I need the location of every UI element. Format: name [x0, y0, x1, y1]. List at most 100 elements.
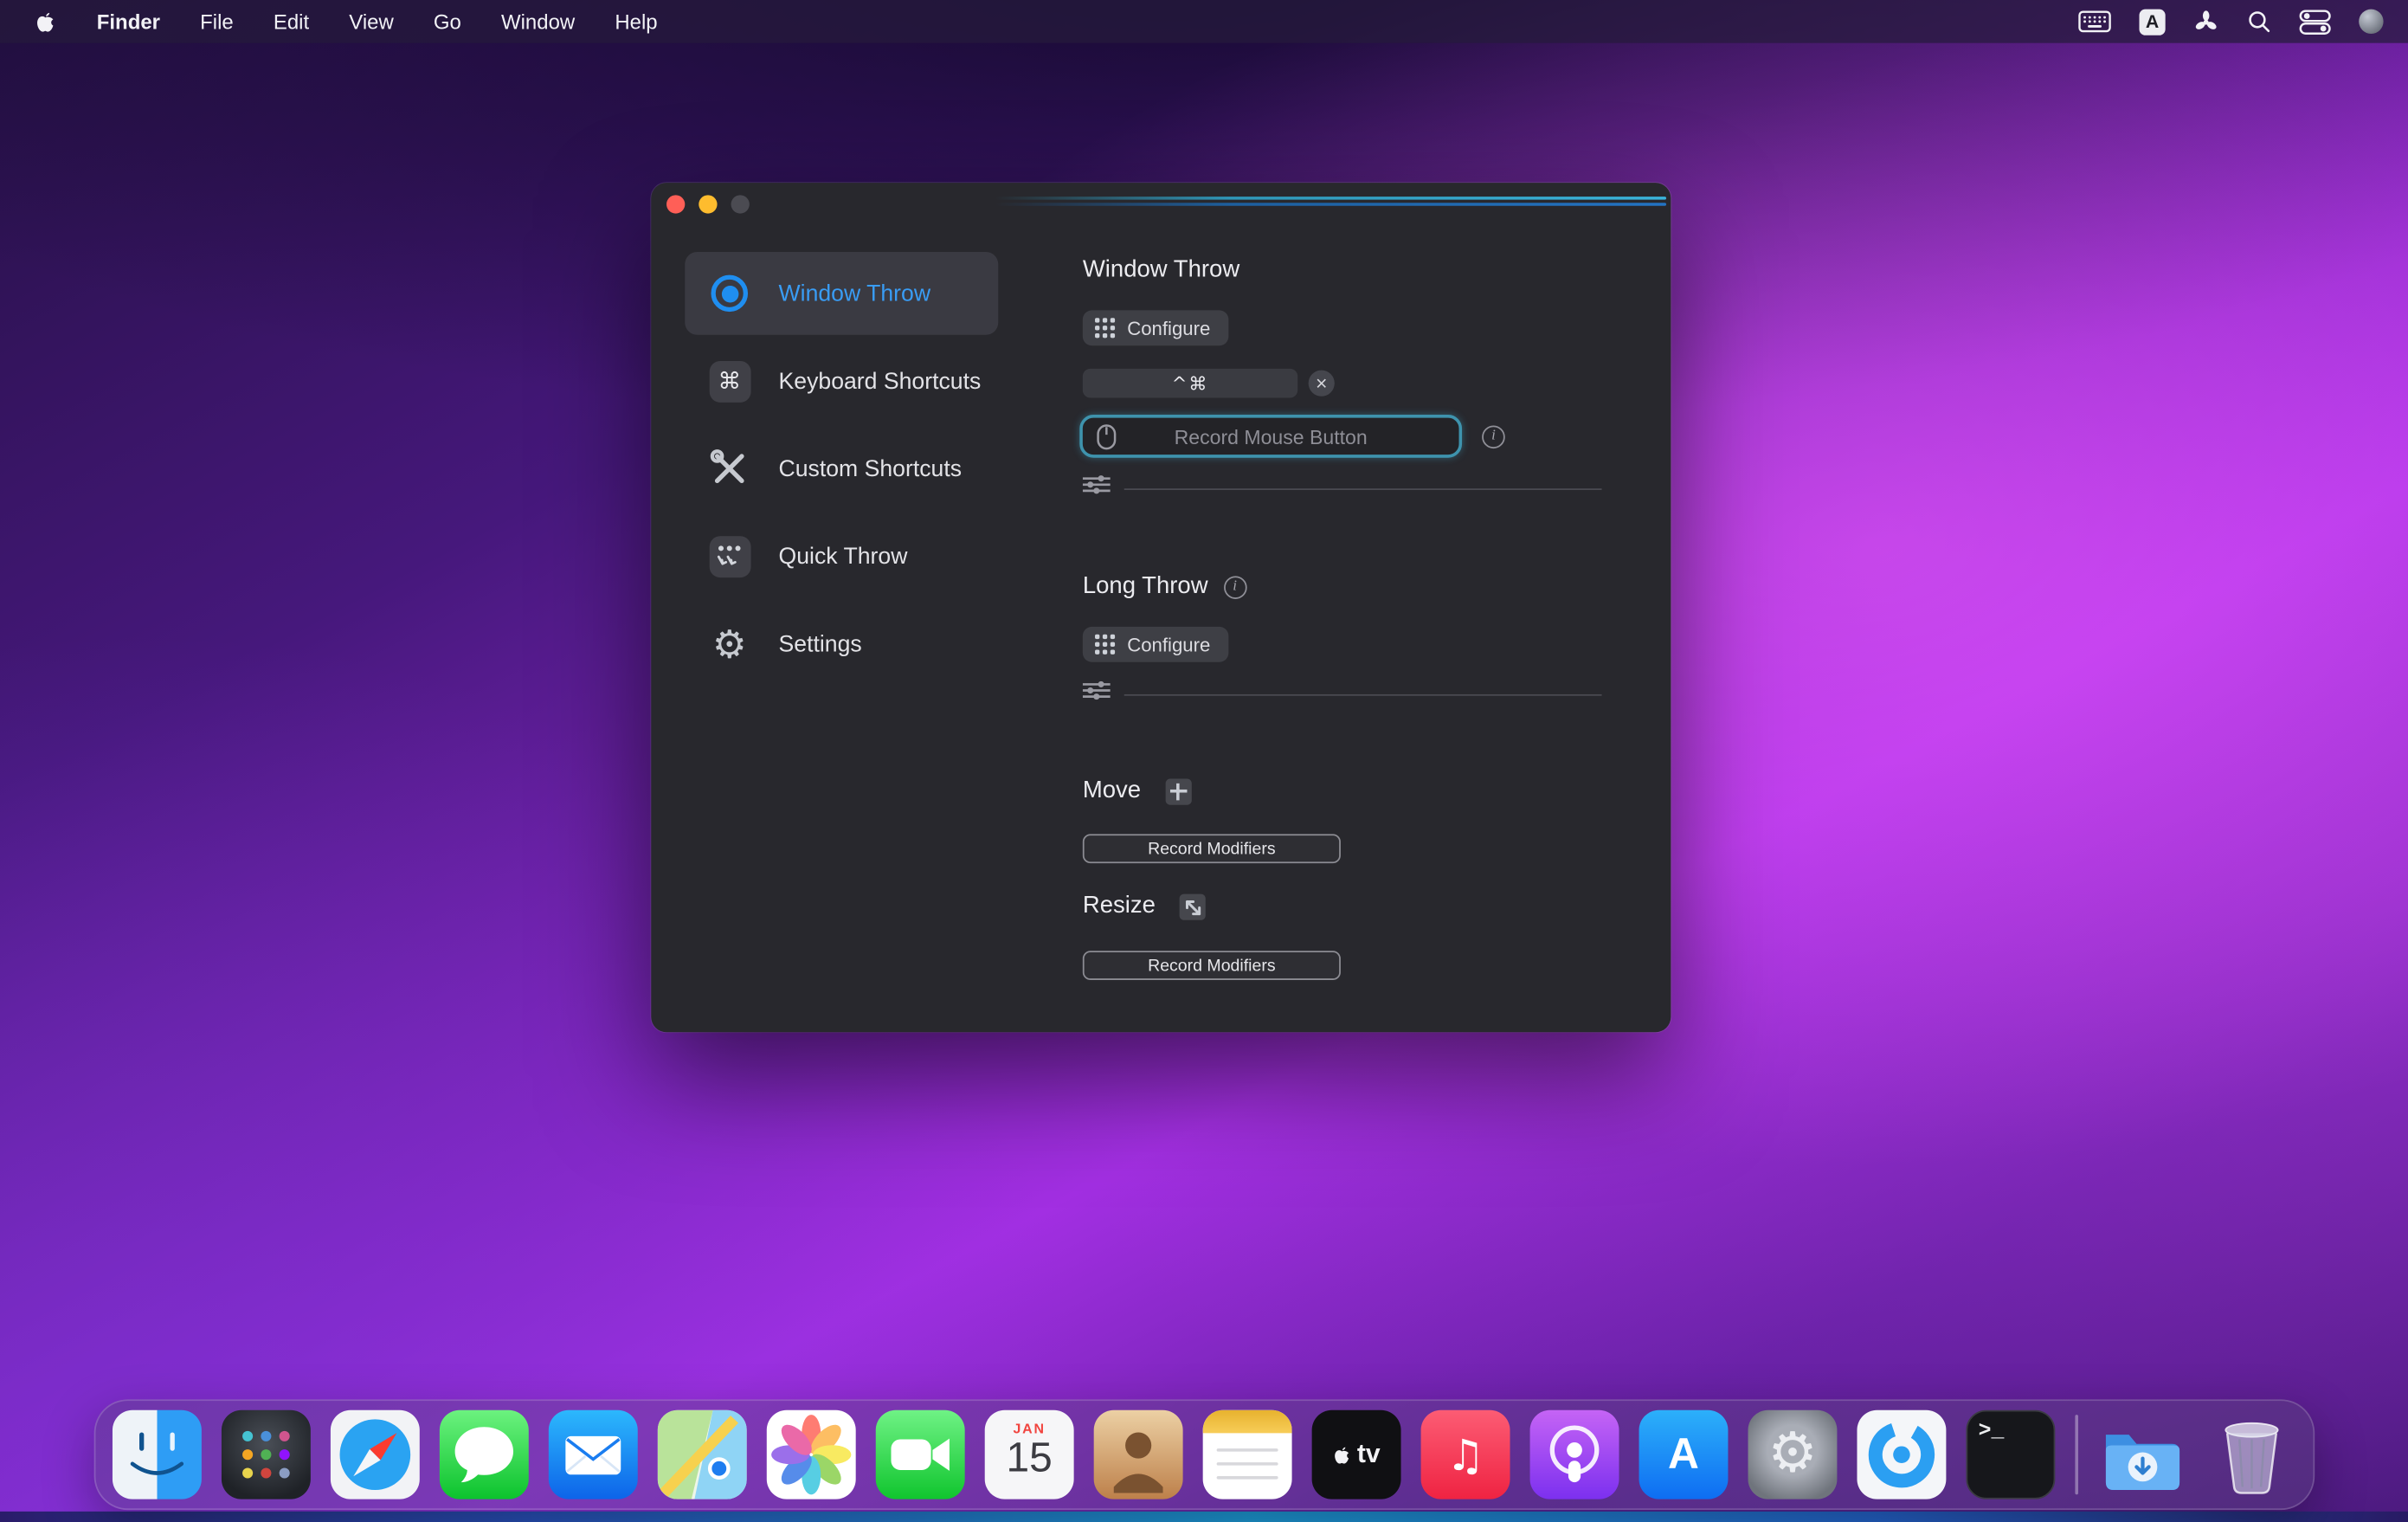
window-controls: [666, 195, 750, 213]
apple-menu-icon[interactable]: [34, 9, 57, 35]
long-throw-heading-text: Long Throw: [1083, 573, 1208, 601]
divider: [1124, 487, 1602, 489]
dock-item-facetime[interactable]: [876, 1410, 965, 1499]
move-icon: [1165, 778, 1191, 804]
grid-icon: [1095, 318, 1115, 338]
grid-icon: [1095, 635, 1115, 655]
dock-item-launchpad[interactable]: [222, 1410, 311, 1499]
resize-heading: Resize: [1083, 893, 1207, 920]
long-throw-configure-button[interactable]: Configure: [1083, 627, 1229, 662]
dock-item-mail[interactable]: [549, 1410, 638, 1499]
shortcut-value: ^⌘: [1172, 372, 1209, 394]
record-modifiers-label: Record Modifiers: [1148, 840, 1276, 858]
app-window: Window Throw ⌘ Keyboard Shortcuts Custom…: [651, 183, 1671, 1032]
window-throw-heading-text: Window Throw: [1083, 256, 1239, 284]
dock-item-maps[interactable]: [658, 1410, 747, 1499]
calendar-day: 15: [1007, 1436, 1053, 1480]
input-source-letter: A: [2146, 10, 2159, 32]
sidebar-item-window-throw[interactable]: Window Throw: [685, 252, 998, 335]
record-mouse-placeholder: Record Mouse Button: [1175, 425, 1368, 448]
sidebar-item-quick-throw[interactable]: Quick Throw: [685, 514, 998, 597]
fan-icon[interactable]: [2193, 9, 2219, 35]
window-throw-configure-button[interactable]: Configure: [1083, 310, 1229, 345]
input-source-icon[interactable]: A: [2140, 9, 2166, 35]
sidebar-item-label: Keyboard Shortcuts: [779, 368, 982, 394]
apple-tv-label: tv: [1357, 1439, 1381, 1469]
dock-item-music[interactable]: ♫: [1421, 1410, 1510, 1499]
window-throw-heading: Window Throw: [1083, 256, 1239, 284]
record-modifiers-label: Record Modifiers: [1148, 956, 1276, 974]
resize-record-modifiers-button[interactable]: Record Modifiers: [1083, 951, 1341, 980]
command-key-icon: ⌘: [706, 358, 752, 403]
crossed-tools-icon: [706, 446, 752, 492]
keyboard-icon[interactable]: [2078, 8, 2112, 35]
resize-heading-text: Resize: [1083, 893, 1156, 920]
long-throw-options-row: [1083, 684, 1602, 706]
dock-item-trash[interactable]: [2206, 1410, 2295, 1499]
divider: [1124, 693, 1602, 695]
shortcut-recorder-field[interactable]: ^⌘: [1083, 369, 1297, 398]
dock-item-app-store[interactable]: A: [1639, 1410, 1729, 1499]
dock-item-podcasts[interactable]: [1530, 1410, 1619, 1499]
menu-item-edit[interactable]: Edit: [274, 10, 309, 34]
sidebar: Window Throw ⌘ Keyboard Shortcuts Custom…: [685, 252, 998, 685]
menu-item-window[interactable]: Window: [501, 10, 575, 34]
long-throw-heading: Long Throw i: [1083, 573, 1246, 601]
configure-label: Configure: [1127, 317, 1210, 339]
mouse-button-row: Record Mouse Button i: [1079, 415, 1504, 458]
resize-icon: [1180, 893, 1206, 919]
shortcut-recorder-row: ^⌘ ×: [1083, 369, 1335, 398]
dock-item-safari[interactable]: [331, 1410, 420, 1499]
gear-icon: ⚙: [706, 621, 752, 667]
desktop: Finder File Edit View Go Window Help: [0, 0, 2408, 1522]
menu-item-help[interactable]: Help: [615, 10, 657, 34]
traffic-light-close[interactable]: [666, 195, 685, 213]
dock-item-photos[interactable]: [767, 1410, 856, 1499]
sliders-icon[interactable]: [1083, 474, 1111, 502]
dock-item-mosaic[interactable]: [1857, 1410, 1946, 1499]
menu-item-view[interactable]: View: [349, 10, 394, 34]
music-note-glyph: ♫: [1446, 1429, 1485, 1480]
mouse-icon: [1097, 424, 1117, 458]
move-heading-text: Move: [1083, 777, 1141, 805]
dock-item-downloads[interactable]: [2097, 1410, 2186, 1499]
settings-pane: Window Throw Configure ^⌘ ×: [1083, 183, 1640, 1032]
app-store-letter: A: [1668, 1430, 1699, 1480]
record-mouse-button-field[interactable]: Record Mouse Button: [1079, 415, 1462, 458]
dock-item-calendar[interactable]: JAN 15: [985, 1410, 1074, 1499]
move-heading: Move: [1083, 777, 1192, 805]
spotlight-icon[interactable]: [2247, 10, 2271, 34]
sidebar-item-keyboard-shortcuts[interactable]: ⌘ Keyboard Shortcuts: [685, 339, 998, 422]
sliders-icon[interactable]: [1083, 680, 1111, 708]
dock-item-messages[interactable]: [440, 1410, 529, 1499]
sidebar-item-label: Window Throw: [779, 281, 931, 306]
configure-label: Configure: [1127, 634, 1210, 655]
menu-item-go[interactable]: Go: [434, 10, 461, 34]
siri-icon[interactable]: [2359, 10, 2383, 34]
quick-throw-icon: [706, 533, 752, 579]
traffic-light-minimize[interactable]: [699, 195, 717, 213]
control-center-icon[interactable]: [2299, 7, 2331, 36]
dock-item-contacts[interactable]: [1094, 1410, 1183, 1499]
traffic-light-zoom[interactable]: [731, 195, 750, 213]
move-record-modifiers-button[interactable]: Record Modifiers: [1083, 834, 1341, 863]
menu-item-file[interactable]: File: [200, 10, 234, 34]
window-throw-options-row: [1083, 478, 1602, 500]
dock-item-system-preferences[interactable]: ⚙: [1748, 1410, 1838, 1499]
wallpaper-bottom-glow: [0, 1512, 2408, 1522]
menu-bar: Finder File Edit View Go Window Help: [0, 0, 2408, 43]
menu-item-app-name[interactable]: Finder: [97, 10, 160, 34]
sidebar-item-custom-shortcuts[interactable]: Custom Shortcuts: [685, 427, 998, 510]
dock-item-notes[interactable]: [1203, 1410, 1292, 1499]
dock-item-apple-tv[interactable]: tv: [1312, 1410, 1401, 1499]
info-icon-mouse[interactable]: i: [1482, 425, 1505, 448]
sidebar-item-label: Custom Shortcuts: [779, 455, 963, 481]
dock-item-terminal[interactable]: >_: [1966, 1410, 2055, 1499]
dock-item-finder[interactable]: [113, 1410, 202, 1499]
notes-yellow-band: [1203, 1410, 1292, 1434]
info-icon-long-throw[interactable]: i: [1223, 575, 1246, 598]
sidebar-item-settings[interactable]: ⚙ Settings: [685, 602, 998, 685]
window-throw-target-icon: [706, 270, 752, 316]
clear-shortcut-button[interactable]: ×: [1309, 371, 1335, 397]
dock: JAN 15 tv ♫: [94, 1399, 2315, 1510]
